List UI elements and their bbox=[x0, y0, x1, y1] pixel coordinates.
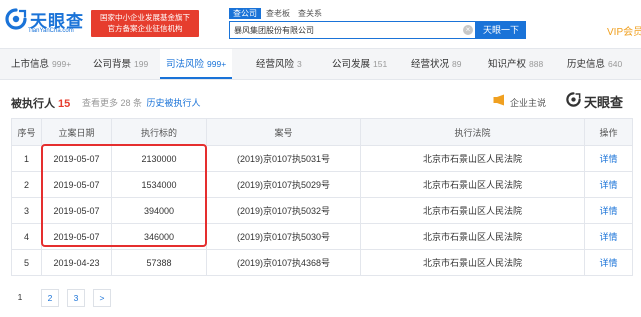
view-more: 查看更多 28 条 历史被执行人 bbox=[82, 96, 201, 109]
detail-link[interactable]: 详情 bbox=[584, 171, 633, 198]
cell-amount: 1534000 bbox=[111, 171, 207, 198]
search-button[interactable]: 天眼一下 bbox=[476, 21, 526, 39]
col-header-action: 操作 bbox=[584, 118, 633, 146]
next-page-button[interactable]: > bbox=[93, 289, 111, 307]
company-dimension-nav: 上市信息 999+ 公司背景 199 司法风险 999+ 经营风险 3 公司发展 151 … bbox=[0, 48, 641, 80]
tab-label: 经营风险 bbox=[256, 59, 295, 70]
page-2[interactable]: 2 bbox=[41, 289, 59, 307]
col-header-court: 执行法院 bbox=[360, 118, 585, 146]
tab-count: 640 bbox=[608, 59, 623, 69]
section-count: 15 bbox=[58, 98, 71, 110]
tab-label: 经营状况 bbox=[411, 59, 450, 70]
cell-amount: 346000 bbox=[111, 223, 207, 250]
logo-url: TianYanCha.com bbox=[28, 28, 74, 34]
section-title: 被执行人 15 bbox=[11, 95, 70, 111]
tab-company-development[interactable]: 公司发展 151 bbox=[332, 49, 387, 79]
cell-case-no: (2019)京0107执5032号 bbox=[206, 197, 361, 224]
search-tab-relation[interactable]: 查关系 bbox=[298, 8, 322, 19]
cell-court: 北京市石景山区人民法院 bbox=[360, 249, 585, 276]
cell-date: 2019-05-07 bbox=[41, 223, 112, 250]
search-input[interactable] bbox=[234, 22, 454, 38]
tab-operating-risk[interactable]: 经营风险 3 bbox=[256, 49, 302, 79]
tab-count: 999+ bbox=[52, 59, 72, 69]
megaphone-icon bbox=[493, 94, 504, 106]
cell-case-no: (2019)京0107执5030号 bbox=[206, 223, 361, 250]
section-title-text: 被执行人 bbox=[11, 98, 55, 110]
badge-line-2: 官方备案企业征信机构 bbox=[107, 24, 183, 33]
cell-index: 5 bbox=[11, 249, 42, 276]
col-header-date: 立案日期 bbox=[41, 118, 112, 146]
cell-index: 3 bbox=[11, 197, 42, 224]
tab-count: 199 bbox=[134, 59, 149, 69]
search-box: × bbox=[229, 21, 476, 39]
tab-count: 3 bbox=[297, 59, 302, 69]
table-row: 3 2019-05-07 394000 (2019)京0107执5032号 北京… bbox=[11, 197, 633, 224]
cell-case-no: (2019)京0107执5029号 bbox=[206, 171, 361, 198]
tab-business-status[interactable]: 经营状况 89 bbox=[411, 49, 461, 79]
tab-label: 公司背景 bbox=[93, 59, 132, 70]
cell-date: 2019-05-07 bbox=[41, 145, 112, 172]
clear-icon[interactable]: × bbox=[463, 25, 473, 35]
credit-agency-badge[interactable]: 国家中小企业发展基金旗下 官方备案企业征信机构 bbox=[91, 10, 199, 37]
tab-label: 公司发展 bbox=[332, 59, 371, 70]
tab-listing-info[interactable]: 上市信息 999+ bbox=[11, 49, 71, 79]
cell-court: 北京市石景山区人民法院 bbox=[360, 197, 585, 224]
tab-label: 司法风险 bbox=[166, 59, 205, 70]
view-more-link[interactable]: 查看更多 28 条 bbox=[82, 98, 142, 108]
vip-member-link[interactable]: VIP会员 bbox=[607, 23, 641, 38]
table-row: 4 2019-05-07 346000 (2019)京0107执5030号 北京… bbox=[11, 223, 633, 250]
cell-amount: 57388 bbox=[111, 249, 207, 276]
tab-intellectual-property[interactable]: 知识产权 888 bbox=[488, 49, 543, 79]
table-row: 2 2019-05-07 1534000 (2019)京0107执5029号 北… bbox=[11, 171, 633, 198]
cell-case-no: (2019)京0107执5031号 bbox=[206, 145, 361, 172]
detail-link[interactable]: 详情 bbox=[584, 197, 633, 224]
tab-count: 999+ bbox=[207, 59, 227, 69]
tab-count: 151 bbox=[373, 59, 388, 69]
tab-label: 上市信息 bbox=[11, 59, 50, 70]
table-header-row: 序号 立案日期 执行标的 案号 执行法院 操作 bbox=[11, 118, 633, 146]
cell-court: 北京市石景山区人民法院 bbox=[360, 145, 585, 172]
page-1[interactable]: 1 bbox=[11, 289, 29, 307]
detail-link[interactable]: 详情 bbox=[584, 249, 633, 276]
cell-amount: 2130000 bbox=[111, 145, 207, 172]
search-tab-company[interactable]: 查公司 bbox=[229, 8, 261, 19]
col-header-index: 序号 bbox=[11, 118, 42, 146]
cell-case-no: (2019)京0107执4368号 bbox=[206, 249, 361, 276]
tab-company-background[interactable]: 公司背景 199 bbox=[93, 49, 148, 79]
tab-count: 888 bbox=[529, 59, 544, 69]
col-header-case-no: 案号 bbox=[206, 118, 361, 146]
history-executed-link[interactable]: 历史被执行人 bbox=[147, 98, 201, 108]
cell-court: 北京市石景山区人民法院 bbox=[360, 223, 585, 250]
table-row: 1 2019-05-07 2130000 (2019)京0107执5031号 北… bbox=[11, 145, 633, 172]
cell-date: 2019-04-23 bbox=[41, 249, 112, 276]
cell-index: 4 bbox=[11, 223, 42, 250]
tab-label: 知识产权 bbox=[488, 59, 527, 70]
cell-date: 2019-05-07 bbox=[41, 171, 112, 198]
cell-amount: 394000 bbox=[111, 197, 207, 224]
site-logo[interactable]: 天眼查 TianYanCha.com bbox=[5, 7, 90, 39]
tianyancha-brand-icon bbox=[566, 92, 581, 107]
cell-index: 2 bbox=[11, 171, 42, 198]
tab-count: 89 bbox=[452, 59, 462, 69]
cell-index: 1 bbox=[11, 145, 42, 172]
search-tab-boss[interactable]: 查老板 bbox=[266, 8, 290, 19]
tab-label: 历史信息 bbox=[567, 59, 606, 70]
col-header-amount: 执行标的 bbox=[111, 118, 207, 146]
executed-person-table: 序号 立案日期 执行标的 案号 执行法院 操作 1 2019-05-07 213… bbox=[11, 118, 633, 276]
page-3[interactable]: 3 bbox=[67, 289, 85, 307]
brand-label: 天眼查 bbox=[584, 95, 624, 110]
tianyancha-logo-icon bbox=[5, 8, 27, 30]
cell-court: 北京市石景山区人民法院 bbox=[360, 171, 585, 198]
owner-says-link[interactable]: 企业主说 bbox=[510, 96, 546, 109]
detail-link[interactable]: 详情 bbox=[584, 223, 633, 250]
detail-link[interactable]: 详情 bbox=[584, 145, 633, 172]
table-row: 5 2019-04-23 57388 (2019)京0107执4368号 北京市… bbox=[11, 249, 633, 276]
site-header: 天眼查 TianYanCha.com 国家中小企业发展基金旗下 官方备案企业征信… bbox=[0, 0, 641, 48]
tab-history-info[interactable]: 历史信息 640 bbox=[567, 49, 622, 79]
tab-judicial-risk[interactable]: 司法风险 999+ bbox=[160, 49, 233, 79]
cell-date: 2019-05-07 bbox=[41, 197, 112, 224]
badge-line-1: 国家中小企业发展基金旗下 bbox=[100, 13, 190, 22]
